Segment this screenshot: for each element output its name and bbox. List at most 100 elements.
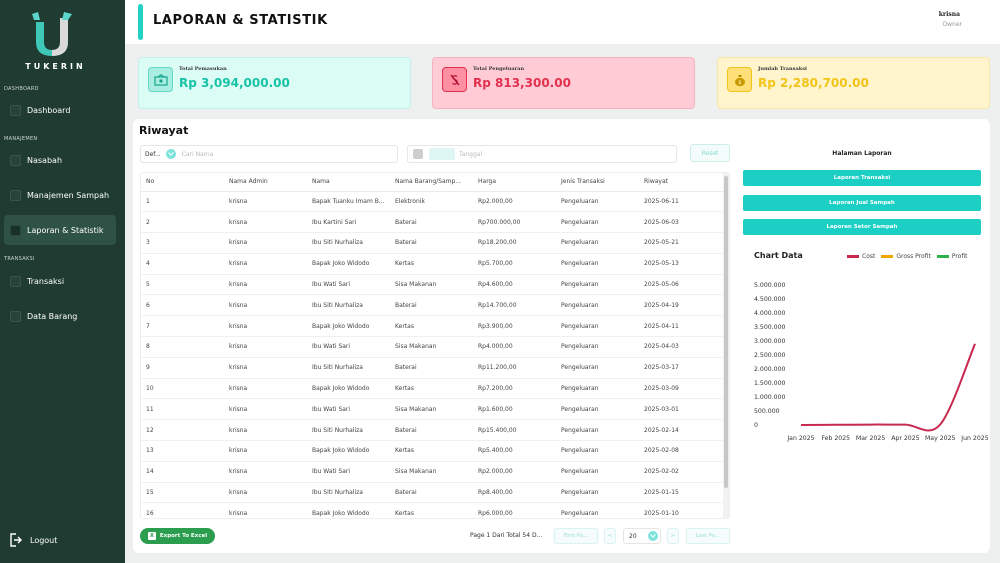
table-cell: 4: [141, 253, 224, 275]
table-row[interactable]: 2 krisna Ibu Kartini Sari Baterai Rp700.000,…: [141, 211, 724, 234]
table-cell: krisna: [224, 336, 307, 358]
table-cell: Kertas: [390, 502, 473, 518]
table-row[interactable]: 7 krisna Bapak Joko Widodo Kertas Rp3.900,00…: [141, 315, 724, 338]
table-cell: 2025-04-11: [639, 315, 724, 338]
y-tick-label: 2.500.000: [754, 352, 786, 359]
table-row[interactable]: 12 krisna Ibu Siti Nurhaliza Baterai Rp15.40…: [141, 419, 724, 442]
filter-default-select[interactable]: Def...: [145, 151, 161, 158]
column-header[interactable]: No: [141, 173, 224, 192]
logout-button[interactable]: Logout: [10, 533, 57, 547]
sidebar-item-transaksi[interactable]: Transaksi: [4, 266, 116, 296]
table-row[interactable]: 11 krisna Ibu Wati Sari Sisa Makanan Rp1.600…: [141, 398, 724, 421]
column-header[interactable]: Nama Barang/Samp...: [390, 173, 473, 192]
table-cell: 2: [141, 211, 224, 234]
laporan-setor-sampah-button[interactable]: Laporan Setor Sampah: [743, 219, 981, 235]
table-cell: 1: [141, 191, 224, 213]
y-tick-label: 1.500.000: [754, 380, 786, 387]
table-cell: Baterai: [390, 211, 473, 234]
date-type-select[interactable]: [429, 148, 455, 160]
last-page-button[interactable]: Last Pa...: [686, 528, 730, 544]
table-row[interactable]: 10 krisna Bapak Joko Widodo Kertas Rp7.200,0…: [141, 378, 724, 400]
column-header[interactable]: Nama: [307, 173, 390, 192]
y-tick-label: 2.000.000: [754, 366, 786, 373]
user-name[interactable]: krisna: [939, 11, 960, 18]
table-row[interactable]: 1 krisna Bapak Tuanku Imam B... Elektronik R…: [141, 191, 724, 213]
table-cell: 6: [141, 294, 224, 317]
chevron-down-icon[interactable]: [648, 531, 658, 541]
logout-label: Logout: [30, 535, 58, 545]
table-cell: 15: [141, 482, 224, 504]
table-row[interactable]: 4 krisna Bapak Joko Widodo Kertas Rp5.700,00…: [141, 253, 724, 275]
x-tick-label: Mar 2025: [856, 435, 885, 442]
chevron-down-icon[interactable]: [165, 149, 176, 159]
date-input[interactable]: Tanggal: [459, 151, 482, 158]
first-page-button[interactable]: First Pa...: [554, 528, 598, 544]
table-cell: Rp6.000,00: [473, 502, 556, 518]
table-row[interactable]: 6 krisna Ibu Siti Nurhaliza Baterai Rp14.700…: [141, 294, 724, 317]
table-scrollbar[interactable]: [723, 173, 729, 518]
table-cell: Pengeluaran: [556, 502, 639, 518]
column-header[interactable]: Jenis Transaksi: [556, 173, 639, 192]
laporan-jual-sampah-button[interactable]: Laporan Jual Sampah: [743, 195, 981, 211]
table-cell: Rp11.200,00: [473, 357, 556, 379]
column-header[interactable]: Harga: [473, 173, 556, 192]
y-tick-label: 3.000.000: [754, 338, 786, 345]
table-cell: 2025-05-06: [639, 274, 724, 296]
table-cell: Pengeluaran: [556, 211, 639, 234]
page-size-select[interactable]: 20: [623, 528, 661, 544]
table-cell: Pengeluaran: [556, 482, 639, 504]
export-excel-button[interactable]: X Export To Excel: [140, 528, 215, 544]
scrollbar-thumb[interactable]: [724, 176, 728, 488]
sidebar-item-nasabah[interactable]: Nasabah: [4, 145, 116, 175]
sidebar-item-data-barang[interactable]: Data Barang: [4, 301, 116, 331]
transaction-icon: [10, 275, 21, 287]
table-cell: Bapak Tuanku Imam B...: [307, 191, 390, 213]
table-cell: Pengeluaran: [556, 294, 639, 317]
series-line-cost[interactable]: [800, 343, 976, 432]
table-cell: Pengeluaran: [556, 336, 639, 358]
table-cell: krisna: [224, 440, 307, 462]
table-cell: Pengeluaran: [556, 315, 639, 338]
stat-label: Jumlah Transaksi: [758, 66, 807, 72]
table-cell: Rp15.400,00: [473, 419, 556, 442]
table-cell: krisna: [224, 461, 307, 483]
table-cell: Bapak Joko Widodo: [307, 315, 390, 338]
sidebar-item-manajemen-sampah[interactable]: Manajemen Sampah: [4, 180, 116, 210]
wallet-icon: [148, 67, 173, 92]
search-input[interactable]: Cari Nama: [182, 151, 214, 158]
prev-page-button[interactable]: <: [604, 528, 616, 544]
table-cell: 12: [141, 419, 224, 442]
next-page-button[interactable]: >: [667, 528, 679, 544]
stat-label: Total Pemasukan: [179, 66, 227, 72]
calendar-icon[interactable]: [413, 149, 423, 159]
chart-container: Chart Data Cost Gross Profit Profit 0 500…: [743, 241, 989, 451]
table-row[interactable]: 3 krisna Ibu Siti Nurhaliza Baterai Rp18.200…: [141, 232, 724, 254]
table-row[interactable]: 14 krisna Ibu Wati Sari Sisa Makanan Rp2.000…: [141, 461, 724, 483]
date-filter[interactable]: Tanggal: [407, 145, 677, 163]
table-cell: Ibu Siti Nurhaliza: [307, 294, 390, 317]
column-header[interactable]: Nama Admin: [224, 173, 307, 192]
search-filter[interactable]: Def... Cari Nama: [140, 145, 398, 163]
sidebar-item-dashboard[interactable]: Dashboard: [4, 95, 116, 125]
reset-button[interactable]: Reset: [690, 144, 730, 162]
column-header[interactable]: Riwayat: [639, 173, 724, 192]
table-cell: Pengeluaran: [556, 232, 639, 254]
table-cell: 2025-01-15: [639, 482, 724, 504]
table-row[interactable]: 15 krisna Ibu Siti Nurhaliza Baterai Rp8.400…: [141, 482, 724, 504]
table-row[interactable]: 16 krisna Bapak Joko Widodo Kertas Rp6.000,0…: [141, 502, 724, 518]
table-row[interactable]: 9 krisna Ibu Siti Nurhaliza Baterai Rp11.200…: [141, 357, 724, 379]
table-cell: Ibu Siti Nurhaliza: [307, 232, 390, 254]
page-size-value: 20: [629, 532, 637, 540]
table-row[interactable]: 13 krisna Bapak Joko Widodo Kertas Rp5.400,0…: [141, 440, 724, 462]
table-cell: Ibu Siti Nurhaliza: [307, 482, 390, 504]
table-row[interactable]: 5 krisna Ibu Wati Sari Sisa Makanan Rp4.600,…: [141, 274, 724, 296]
sidebar-item-laporan-statistik[interactable]: Laporan & Statistik: [4, 215, 116, 245]
table-cell: Rp5.700,00: [473, 253, 556, 275]
table-cell: Bapak Joko Widodo: [307, 502, 390, 518]
table-row[interactable]: 8 krisna Ibu Wati Sari Sisa Makanan Rp4.000,…: [141, 336, 724, 358]
table-cell: Baterai: [390, 357, 473, 379]
table-cell: krisna: [224, 253, 307, 275]
laporan-transaksi-button[interactable]: Laporan Transaksi: [743, 170, 981, 186]
table-cell: Rp2.000,00: [473, 461, 556, 483]
table-cell: Pengeluaran: [556, 378, 639, 400]
